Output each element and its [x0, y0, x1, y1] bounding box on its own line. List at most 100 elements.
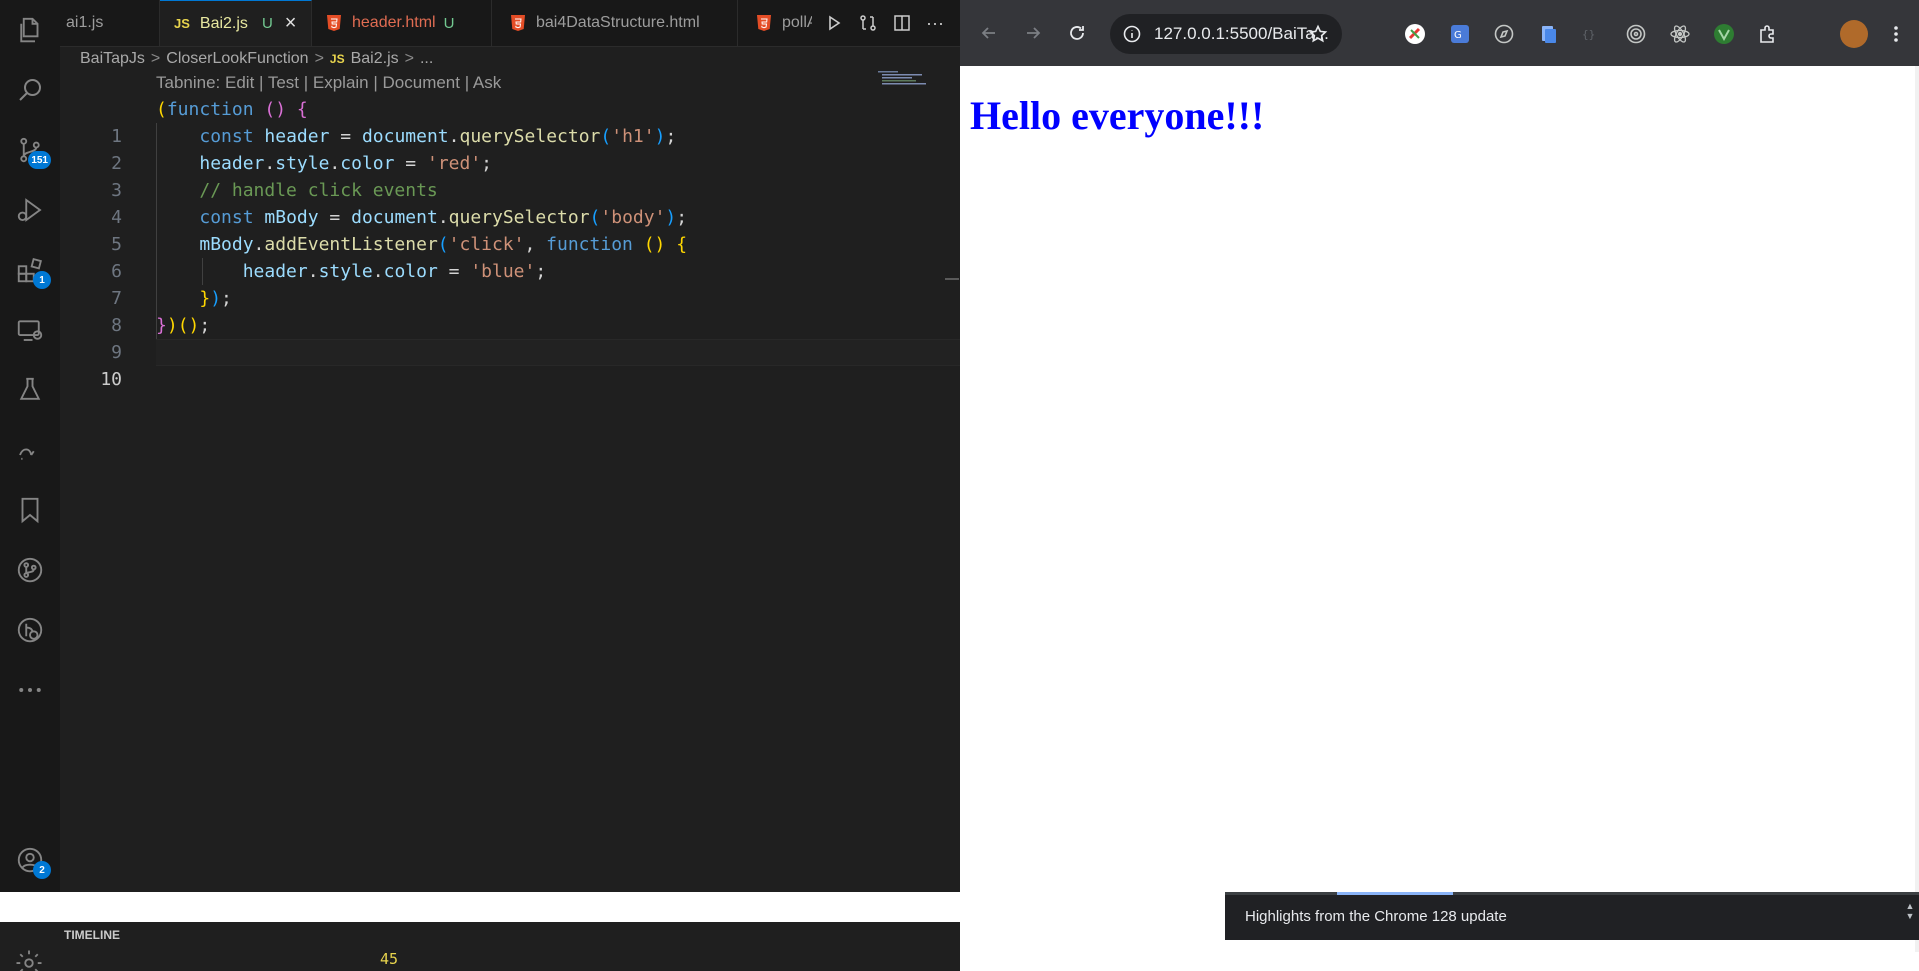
run-debug-icon[interactable]	[0, 182, 60, 238]
untracked-badge: U	[261, 15, 273, 32]
svg-text:{}: {}	[1582, 28, 1595, 41]
tab-label: ai1.js	[66, 14, 104, 31]
chrome-update-notification[interactable]: Highlights from the Chrome 128 update ▲ ▼	[1225, 892, 1919, 940]
reload-button[interactable]	[1062, 18, 1092, 48]
code-line-7: 7 header.style.color = 'blue';	[60, 258, 870, 309]
vscode-window: 151 1 2 ai1.js JS Bai2.js U × header.htm…	[0, 0, 960, 892]
html5-icon	[757, 15, 771, 31]
split-editor-icon[interactable]	[892, 13, 912, 33]
line-number: 10	[100, 369, 122, 390]
forward-button[interactable]	[1018, 18, 1048, 48]
breadcrumb-separator: >	[404, 50, 414, 67]
tab-label: header.html	[352, 14, 436, 31]
tab-header-html[interactable]: header.html U	[312, 0, 492, 46]
javascript-icon: JS	[329, 52, 345, 66]
chrome-menu-icon[interactable]	[1884, 22, 1908, 46]
code-token: {	[296, 99, 308, 120]
source-control-icon[interactable]: 151	[0, 122, 60, 178]
profile-avatar[interactable]	[1840, 20, 1868, 48]
javascript-icon: JS	[174, 16, 190, 31]
html5-icon	[327, 15, 341, 31]
notification-scroll-icon[interactable]: ▲ ▼	[1905, 901, 1915, 931]
notification-text: Highlights from the Chrome 128 update	[1245, 908, 1507, 925]
breadcrumb: BaiTapJs > CloserLookFunction > JS Bai2.…	[80, 48, 433, 70]
code-token: function	[166, 99, 254, 120]
code-line-5: 5 const mBody = document.querySelector('…	[60, 204, 870, 255]
code-line-2: 2 const header = document.querySelector(…	[60, 123, 870, 174]
run-icon[interactable]	[824, 13, 844, 33]
remote-explorer-icon[interactable]	[0, 302, 60, 358]
breadcrumb-separator: >	[314, 50, 324, 67]
editor-tab-bar: ai1.js JS Bai2.js U × header.html U bai4…	[60, 0, 960, 47]
extensions-icon[interactable]: 1	[0, 242, 60, 298]
code-line-8: 8 });	[60, 285, 870, 336]
minimap[interactable]	[878, 70, 930, 86]
code-comment: // handle click events	[199, 180, 438, 201]
untracked-badge: U	[443, 14, 455, 32]
breadcrumb-item[interactable]: ...	[420, 50, 433, 68]
extensions-badge: 1	[33, 271, 51, 289]
explorer-icon[interactable]	[0, 2, 60, 58]
timeline-icon[interactable]	[0, 422, 60, 478]
testing-icon[interactable]	[0, 362, 60, 418]
url-text[interactable]: 127.0.0.1:5500/BaiTa...	[1154, 24, 1329, 44]
page-heading: Hello everyone!!!	[970, 93, 1265, 138]
accounts-badge: 2	[33, 861, 51, 879]
close-icon[interactable]: ×	[285, 12, 297, 35]
extensions-puzzle-icon[interactable]	[1756, 22, 1780, 46]
code-token: (	[156, 99, 167, 120]
compare-changes-icon[interactable]	[858, 13, 878, 33]
timeline-section-header[interactable]: TIMELINE	[64, 928, 120, 942]
bookmark-icon[interactable]	[0, 482, 60, 538]
site-info-icon[interactable]	[1122, 24, 1142, 44]
accounts-icon[interactable]: 2	[0, 832, 60, 888]
code-line-9: 9 })();	[60, 312, 870, 363]
window-gap	[0, 892, 960, 922]
tabnine-codelens[interactable]: Tabnine: Edit | Test | Explain | Documen…	[156, 73, 501, 93]
git-graph-icon[interactable]	[0, 542, 60, 598]
source-control-badge: 151	[28, 151, 51, 169]
overview-ruler-marker	[945, 278, 959, 280]
breadcrumb-separator: >	[150, 50, 161, 67]
code-line-10: 10	[60, 339, 870, 390]
code-line-4: 4 // handle click events	[60, 177, 870, 228]
address-bar[interactable]: 127.0.0.1:5500/BaiTa...	[1110, 14, 1342, 54]
browser-toolbar: 127.0.0.1:5500/BaiTa... G {}	[960, 0, 1919, 66]
target-icon[interactable]	[1624, 22, 1648, 46]
tab-label: Bai2.js	[199, 14, 248, 32]
code-line-3: 3 header.style.color = 'red';	[60, 150, 870, 201]
html5-icon	[511, 15, 525, 31]
more-views-icon[interactable]	[0, 662, 60, 718]
tab-bai1[interactable]: ai1.js	[56, 0, 160, 46]
status-number: 45	[380, 950, 399, 968]
svg-text:G: G	[1454, 30, 1462, 41]
bookmark-star-icon[interactable]	[1308, 24, 1328, 44]
code-line-1: 1 (function () {	[60, 96, 870, 147]
activity-bar: 151 1 2	[0, 0, 60, 892]
search-icon[interactable]	[0, 62, 60, 118]
code-line-6: 6 mBody.addEventListener('click', functi…	[60, 231, 870, 282]
breadcrumb-item[interactable]: Bai2.js	[351, 50, 399, 68]
git-lens-icon[interactable]	[0, 602, 60, 658]
tab-label: bai4DataStructure.html	[536, 14, 700, 31]
tab-bai4-data-structure[interactable]: bai4DataStructure.html	[492, 0, 738, 46]
file-copy-icon[interactable]	[1536, 22, 1560, 46]
notification-accent	[1337, 892, 1453, 895]
tab-bai2[interactable]: JS Bai2.js U ×	[160, 0, 312, 46]
translate-icon[interactable]: G	[1448, 22, 1472, 46]
page-scrollbar[interactable]	[1915, 66, 1919, 952]
gear-icon[interactable]	[14, 948, 44, 971]
vue-devtools-icon[interactable]	[1712, 22, 1736, 46]
compass-icon[interactable]	[1492, 22, 1516, 46]
more-actions-icon[interactable]: ···	[926, 13, 944, 34]
breadcrumb-item[interactable]: BaiTapJs	[80, 50, 145, 68]
vscode-panel-peek: TIMELINE 45	[0, 922, 960, 971]
back-button[interactable]	[974, 18, 1004, 48]
react-devtools-icon[interactable]	[1668, 22, 1692, 46]
code-token: ()	[264, 99, 287, 120]
editor-actions: ···	[812, 0, 960, 46]
chrome-window: 127.0.0.1:5500/BaiTa... G {} Hello every…	[960, 0, 1919, 952]
json-formatter-icon[interactable]: {}	[1580, 22, 1604, 46]
extension-color-icon[interactable]	[1403, 22, 1427, 46]
breadcrumb-item[interactable]: CloserLookFunction	[166, 50, 308, 68]
